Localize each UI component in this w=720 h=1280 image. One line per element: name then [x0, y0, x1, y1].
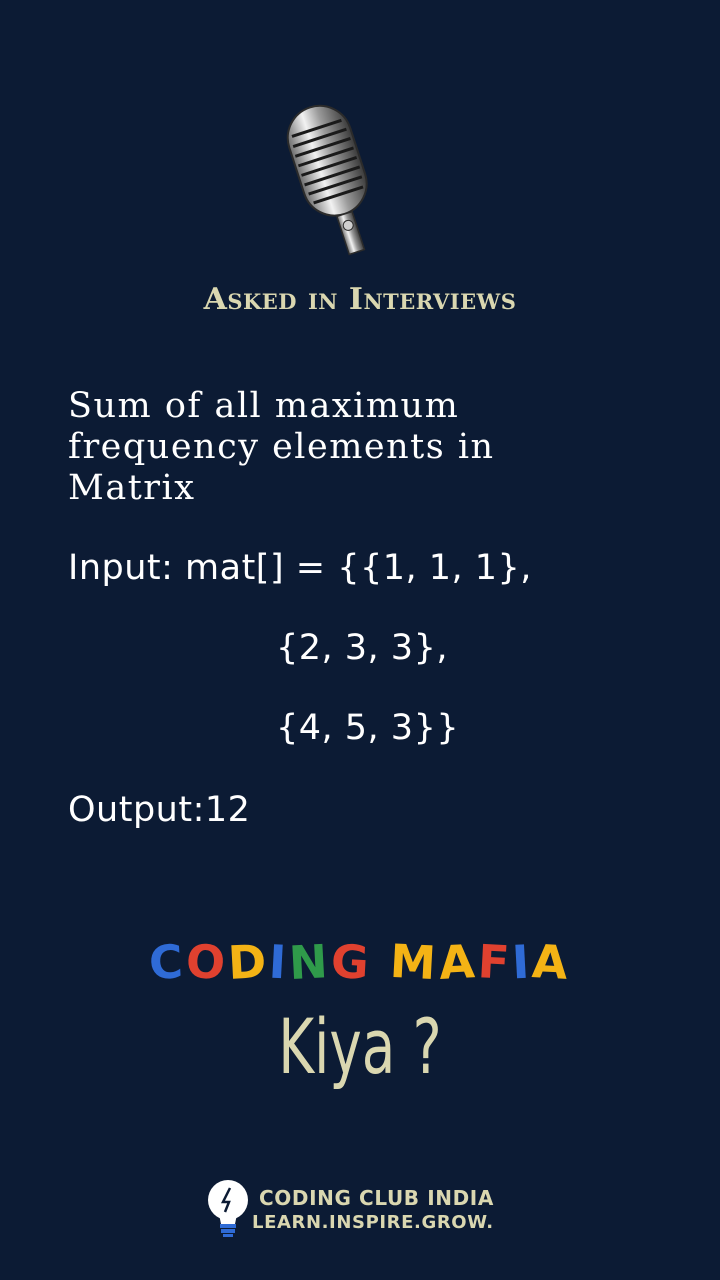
club-name: CODING CLUB INDIA [259, 1186, 494, 1210]
input-line-2: {2, 3, 3}, [276, 628, 448, 668]
brand-letter: G [329, 933, 373, 991]
microphone-icon [286, 104, 368, 256]
brand-letter: N [287, 933, 333, 991]
brand-logo: CODING MAFIA [0, 933, 720, 991]
brand-subtitle: Kiya ? [278, 1002, 442, 1091]
question-title: Sum of all maximum frequency elements in… [68, 386, 495, 508]
brand-letter: A [531, 934, 573, 990]
brand-letter: A [437, 934, 480, 990]
input-line-3: {4, 5, 3}} [276, 708, 460, 748]
brand-letter: M [389, 933, 441, 991]
brand-letter: O [184, 933, 230, 991]
footer: CODING CLUB INDIA LEARN.INSPIRE.GROW. [205, 1178, 505, 1240]
input-line-1: Input: mat[] = {{1, 1, 1}, [68, 548, 532, 588]
brand-letter: D [226, 933, 271, 991]
output-line: Output:12 [68, 790, 251, 830]
brand-letter: F [476, 934, 514, 990]
lightbulb-icon [208, 1180, 248, 1237]
brand-letter: C [147, 934, 188, 990]
club-tagline: LEARN.INSPIRE.GROW. [252, 1212, 494, 1233]
section-heading: Asked in Interviews [203, 282, 517, 317]
